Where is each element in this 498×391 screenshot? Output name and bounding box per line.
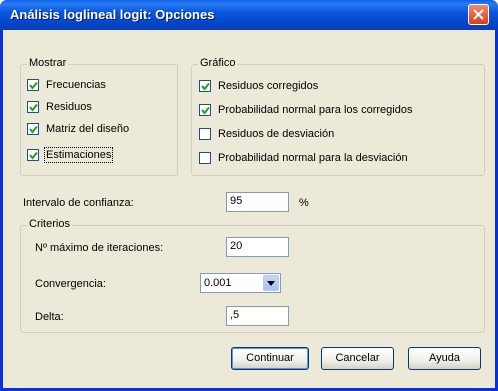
convergencia-label: Convergencia: xyxy=(35,278,106,290)
options-dialog: Análisis loglineal logit: Opciones Mostr… xyxy=(0,0,498,391)
continuar-button[interactable]: Continuar xyxy=(231,347,309,370)
ayuda-button[interactable]: Ayuda xyxy=(408,347,481,370)
close-button[interactable] xyxy=(468,4,489,25)
cancelar-button[interactable]: Cancelar xyxy=(321,347,394,370)
checkbox-box[interactable] xyxy=(199,128,211,140)
checkbox-box[interactable] xyxy=(27,101,39,113)
chevron-down-icon xyxy=(267,281,275,286)
checkbox-box[interactable] xyxy=(199,152,211,164)
checkbox-residuos-label: Residuos xyxy=(46,101,92,113)
percent-unit: % xyxy=(299,197,309,209)
delta-input[interactable]: ,5 xyxy=(226,306,289,326)
checkbox-prob-normal-corregidos[interactable]: Probabilidad normal para los corregidos xyxy=(199,102,412,118)
checkbox-box[interactable] xyxy=(199,80,211,92)
checkbox-box[interactable] xyxy=(27,79,39,91)
checkbox-prob-normal-desviacion-label: Probabilidad normal para la desviación xyxy=(218,152,408,164)
window-title: Análisis loglineal logit: Opciones xyxy=(10,7,215,22)
iteraciones-input[interactable]: 20 xyxy=(226,237,289,257)
convergencia-select[interactable]: 0.001 xyxy=(200,273,281,293)
checkbox-box[interactable] xyxy=(27,123,39,135)
checkmark-icon xyxy=(29,125,38,134)
intervalo-input[interactable]: 95 xyxy=(226,192,289,212)
close-icon xyxy=(473,9,484,20)
checkmark-icon xyxy=(29,81,38,90)
checkbox-box[interactable] xyxy=(27,149,39,161)
checkbox-prob-normal-desviacion[interactable]: Probabilidad normal para la desviación xyxy=(199,150,408,166)
checkbox-residuos-desviacion-label: Residuos de desviación xyxy=(218,128,335,140)
title-bar[interactable]: Análisis loglineal logit: Opciones xyxy=(0,0,498,30)
grafico-group-label: Gráfico xyxy=(198,57,238,69)
checkmark-icon xyxy=(201,106,210,115)
convergencia-value: 0.001 xyxy=(204,277,232,289)
delta-label: Delta: xyxy=(35,311,64,323)
checkbox-box[interactable] xyxy=(199,104,211,116)
checkbox-prob-normal-corregidos-label: Probabilidad normal para los corregidos xyxy=(218,104,413,116)
checkbox-frecuencias-label: Frecuencias xyxy=(46,79,106,91)
checkbox-residuos-corregidos[interactable]: Residuos corregidos xyxy=(199,78,318,94)
iteraciones-label: Nº máximo de iteraciones: xyxy=(35,242,164,254)
checkbox-residuos[interactable]: Residuos xyxy=(27,99,92,115)
intervalo-label: Intervalo de confianza: xyxy=(23,197,134,209)
checkbox-residuos-desviacion[interactable]: Residuos de desviación xyxy=(199,126,334,142)
checkbox-estimaciones-label: Estimaciones xyxy=(43,147,114,163)
criterios-group-label: Criterios xyxy=(27,218,72,230)
checkbox-matriz-diseno[interactable]: Matriz del diseño xyxy=(27,121,129,137)
checkbox-matriz-label: Matriz del diseño xyxy=(46,123,130,135)
checkbox-estimaciones[interactable]: Estimaciones xyxy=(27,147,114,163)
checkmark-icon xyxy=(29,103,38,112)
checkbox-residuos-corregidos-label: Residuos corregidos xyxy=(218,80,319,92)
dropdown-button[interactable] xyxy=(263,275,279,291)
checkbox-frecuencias[interactable]: Frecuencias xyxy=(27,77,106,93)
mostrar-group-label: Mostrar xyxy=(27,57,69,69)
checkmark-icon xyxy=(201,82,210,91)
checkmark-icon xyxy=(29,151,38,160)
